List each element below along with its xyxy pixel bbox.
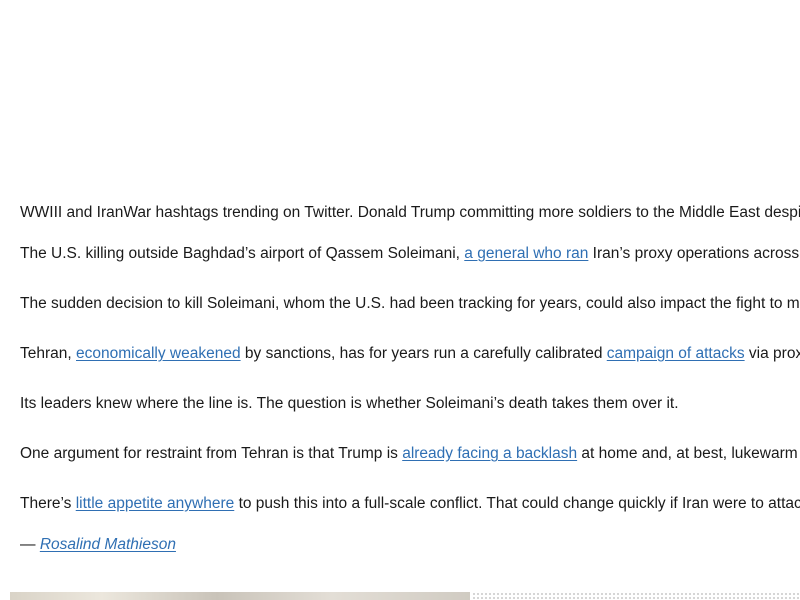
link-little-appetite-anywhere[interactable]: little appetite anywhere [76,495,235,512]
byline-dash: — [20,536,40,553]
paragraph-tehran: Tehran, economically weakened by sanctio… [20,344,800,364]
paragraph-text: The U.S. killing outside Baghdad’s airpo… [20,245,465,262]
link-general-who-ran[interactable]: a general who ran [464,245,588,262]
paragraph-hashtags: WWIII and IranWar hashtags trending on T… [20,203,800,223]
paragraph-sudden-decision: The sudden decision to kill Soleimani, w… [20,294,800,314]
paragraph-restraint: One argument for restraint from Tehran i… [20,444,800,464]
paragraph-text: via prox [744,345,800,362]
author-link[interactable]: Rosalind Mathieson [40,536,176,553]
paragraph-text: There’s [20,495,76,512]
paragraph-leaders: Its leaders knew where the line is. The … [20,394,679,414]
paragraph-text: The sudden decision to kill Soleimani, w… [20,295,800,312]
link-campaign-of-attacks[interactable]: campaign of attacks [607,345,745,362]
paragraph-killing: The U.S. killing outside Baghdad’s airpo… [20,244,799,264]
paragraph-text: at home and, at best, lukewarm s [577,445,800,462]
article-image [10,592,470,600]
paragraph-text: Its leaders knew where the line is. The … [20,395,679,412]
image-placeholder [472,592,800,600]
paragraph-appetite: There’s little appetite anywhere to push… [20,494,800,514]
paragraph-text: to push this into a full-scale conflict.… [234,495,800,512]
paragraph-text: WWIII and IranWar hashtags trending on T… [20,204,800,221]
link-already-facing-backlash[interactable]: already facing a backlash [402,445,577,462]
article-body: WWIII and IranWar hashtags trending on T… [20,0,800,600]
paragraph-text: Iran’s proxy operations across [588,245,800,262]
paragraph-text: Tehran, [20,345,77,362]
byline: — Rosalind Mathieson [20,535,176,555]
paragraph-text: One argument for restraint from Tehran i… [20,445,403,462]
paragraph-text: by sanctions, has for years run a carefu… [240,345,607,362]
link-economically-weakened[interactable]: economically weakened [76,345,241,362]
